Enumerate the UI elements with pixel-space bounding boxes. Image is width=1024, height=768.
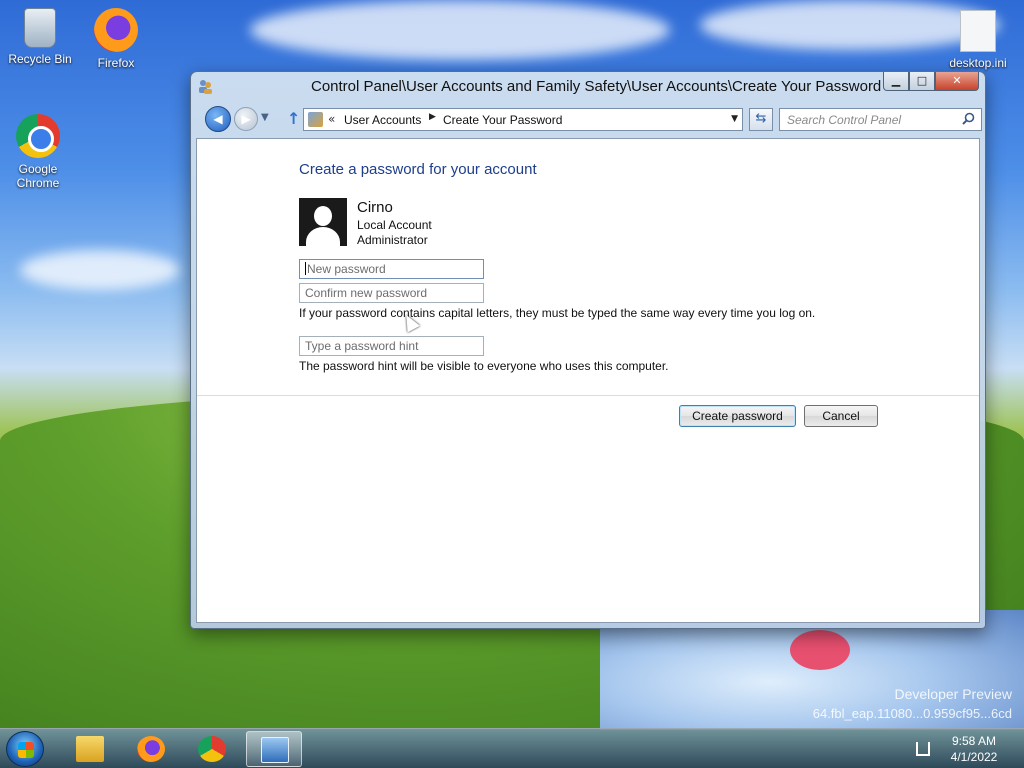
create-password-button[interactable]: Create password	[679, 405, 796, 427]
address-dropdown-icon[interactable]: ▼	[731, 114, 738, 124]
desktop-icon-desktop-ini[interactable]: desktop.ini	[940, 10, 1016, 70]
confirm-password-placeholder: Confirm new password	[305, 286, 428, 300]
caption-buttons: ▁ □ ✕	[883, 72, 979, 91]
desktop-icon-label: desktop.ini	[949, 56, 1007, 70]
settings-file-icon	[960, 10, 996, 52]
divider	[197, 395, 979, 396]
title-bar[interactable]: Control Panel\User Accounts and Family S…	[191, 72, 985, 100]
control-panel-window: Control Panel\User Accounts and Family S…	[190, 71, 986, 629]
hint-visibility-note: The password hint will be visible to eve…	[299, 359, 669, 373]
breadcrumb-user-accounts[interactable]: User Accounts	[344, 113, 421, 127]
clock-time: 9:58 AM	[951, 734, 997, 748]
watermark-line-1: Developer Preview	[894, 686, 1013, 702]
new-password-placeholder: New password	[307, 262, 386, 276]
close-button[interactable]: ✕	[935, 72, 979, 91]
refresh-button[interactable]: ⇆	[749, 108, 773, 131]
account-name: Cirno	[357, 199, 393, 216]
control-panel-icon	[261, 737, 289, 763]
desktop-icon-firefox[interactable]: Firefox	[78, 8, 154, 70]
wallpaper-character-detail	[790, 630, 850, 670]
system-clock[interactable]: 9:58 AM 4/1/2022	[944, 733, 1004, 765]
watermark-line-2: 64.fbl_eap.11080...0.959cf95...6cd	[812, 706, 1012, 721]
taskbar-chrome[interactable]	[184, 731, 240, 767]
desktop-icon-recycle-bin[interactable]: Recycle Bin	[2, 8, 78, 66]
back-button[interactable]: ◀	[205, 106, 231, 132]
user-avatar	[299, 198, 347, 246]
taskbar: 9:58 AM 4/1/2022	[0, 728, 1024, 768]
page-heading: Create a password for your account	[299, 161, 537, 178]
network-icon[interactable]	[916, 742, 930, 756]
recent-pages-chevron-icon[interactable]: ▼	[261, 112, 269, 123]
taskbar-control-panel[interactable]	[246, 731, 302, 767]
folder-icon	[76, 736, 104, 762]
forward-button[interactable]: ▶	[234, 107, 258, 131]
chrome-icon	[16, 114, 60, 158]
content-pane: Create a password for your account Cirno…	[196, 138, 980, 623]
maximize-button[interactable]: □	[909, 72, 935, 91]
avatar-head	[314, 206, 332, 226]
avatar-body	[306, 227, 340, 246]
breadcrumb-separator-icon[interactable]: ▶	[429, 112, 436, 122]
password-hint-field[interactable]: Type a password hint	[299, 336, 484, 356]
cloud	[20, 250, 180, 290]
capital-letters-note: If your password contains capital letter…	[299, 306, 816, 320]
control-panel-icon	[308, 112, 323, 127]
desktop-icon-label: Recycle Bin	[8, 52, 72, 66]
search-input[interactable]: Search Control Panel	[779, 108, 982, 131]
chrome-icon	[198, 736, 226, 762]
up-arrow-icon[interactable]: ↑	[287, 109, 300, 128]
cloud	[250, 0, 670, 60]
account-role: Administrator	[357, 233, 428, 247]
firefox-icon	[94, 8, 138, 52]
address-bar[interactable]: « User Accounts ▶ Create Your Password ▼	[303, 108, 743, 131]
confirm-password-field[interactable]: Confirm new password	[299, 283, 484, 303]
clock-date: 4/1/2022	[950, 750, 998, 764]
desktop-icon-chrome[interactable]: Google Chrome	[0, 114, 76, 190]
text-caret	[305, 262, 306, 275]
navigation-bar: ◀ ▶ ▼ ↑ « User Accounts ▶ Create Your Pa…	[197, 104, 982, 134]
desktop-icon-label: Firefox	[97, 56, 135, 70]
breadcrumb-overflow[interactable]: «	[328, 112, 335, 126]
taskbar-firefox[interactable]	[123, 731, 179, 767]
desktop-icon-label: Google Chrome	[16, 162, 60, 190]
password-hint-placeholder: Type a password hint	[305, 339, 419, 353]
user-accounts-icon	[199, 80, 212, 94]
account-type: Local Account	[357, 218, 432, 232]
taskbar-windows-explorer[interactable]	[62, 731, 118, 767]
search-placeholder: Search Control Panel	[787, 113, 902, 127]
breadcrumb-create-your-password[interactable]: Create Your Password	[443, 113, 562, 127]
new-password-field[interactable]: New password	[299, 259, 484, 279]
cancel-button[interactable]: Cancel	[804, 405, 878, 427]
recycle-bin-icon	[24, 8, 56, 48]
window-title: Control Panel\User Accounts and Family S…	[311, 78, 882, 95]
start-button[interactable]	[6, 731, 44, 767]
search-icon[interactable]	[962, 112, 975, 125]
build-watermark: Developer Preview 64.fbl_eap.11080...0.9…	[813, 686, 1012, 721]
firefox-icon	[137, 736, 165, 762]
minimize-button[interactable]: ▁	[883, 72, 909, 91]
